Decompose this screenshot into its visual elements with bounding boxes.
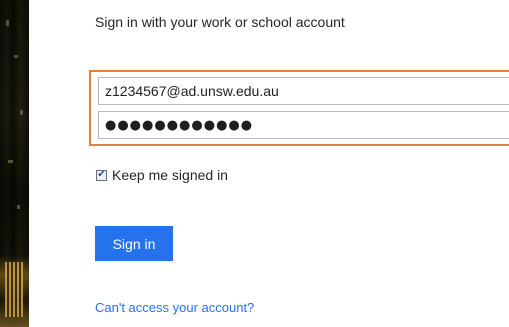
keep-signed-in-row[interactable]: ✔ Keep me signed in xyxy=(96,167,228,183)
credentials-field-group xyxy=(89,70,509,146)
username-field[interactable] xyxy=(98,77,509,105)
lamp-post-detail xyxy=(5,262,23,317)
signin-form: Sign in with your work or school account… xyxy=(29,0,509,327)
keep-signed-in-checkbox[interactable]: ✔ xyxy=(96,169,107,181)
background-photo xyxy=(0,0,29,327)
password-field[interactable] xyxy=(98,111,509,139)
sign-in-button[interactable]: Sign in xyxy=(95,226,173,261)
signin-headline: Sign in with your work or school account xyxy=(95,14,345,30)
keep-signed-in-label[interactable]: Keep me signed in xyxy=(112,167,228,183)
cant-access-account-link[interactable]: Can't access your account? xyxy=(95,300,254,315)
